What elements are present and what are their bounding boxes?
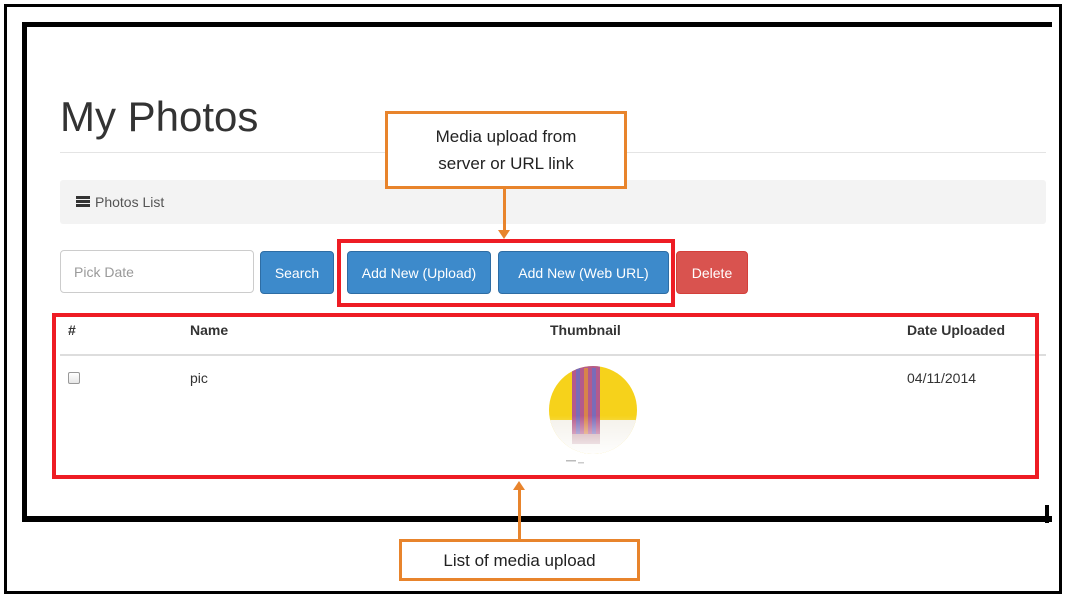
frame-edge (1045, 505, 1049, 523)
pick-date-input[interactable] (60, 250, 254, 293)
breadcrumb-label[interactable]: Photos List (95, 194, 164, 210)
delete-button[interactable]: Delete (676, 251, 748, 294)
upload-callout-line1: Media upload from (435, 127, 577, 146)
page-title: My Photos (60, 93, 259, 140)
upload-buttons-highlight (337, 239, 675, 307)
callout-arrow-down-icon (498, 230, 510, 239)
callout-arrow-line (503, 189, 506, 231)
media-list-callout-text: List of media upload (443, 550, 596, 570)
bottom-callout-arrow-line (518, 489, 521, 539)
upload-callout-line2: server or URL link (438, 154, 574, 173)
search-button[interactable]: Search (260, 251, 334, 294)
list-icon (76, 196, 90, 207)
upload-callout: Media upload from server or URL link (385, 111, 627, 189)
media-list-highlight (52, 313, 1039, 479)
media-list-callout: List of media upload (399, 539, 640, 581)
